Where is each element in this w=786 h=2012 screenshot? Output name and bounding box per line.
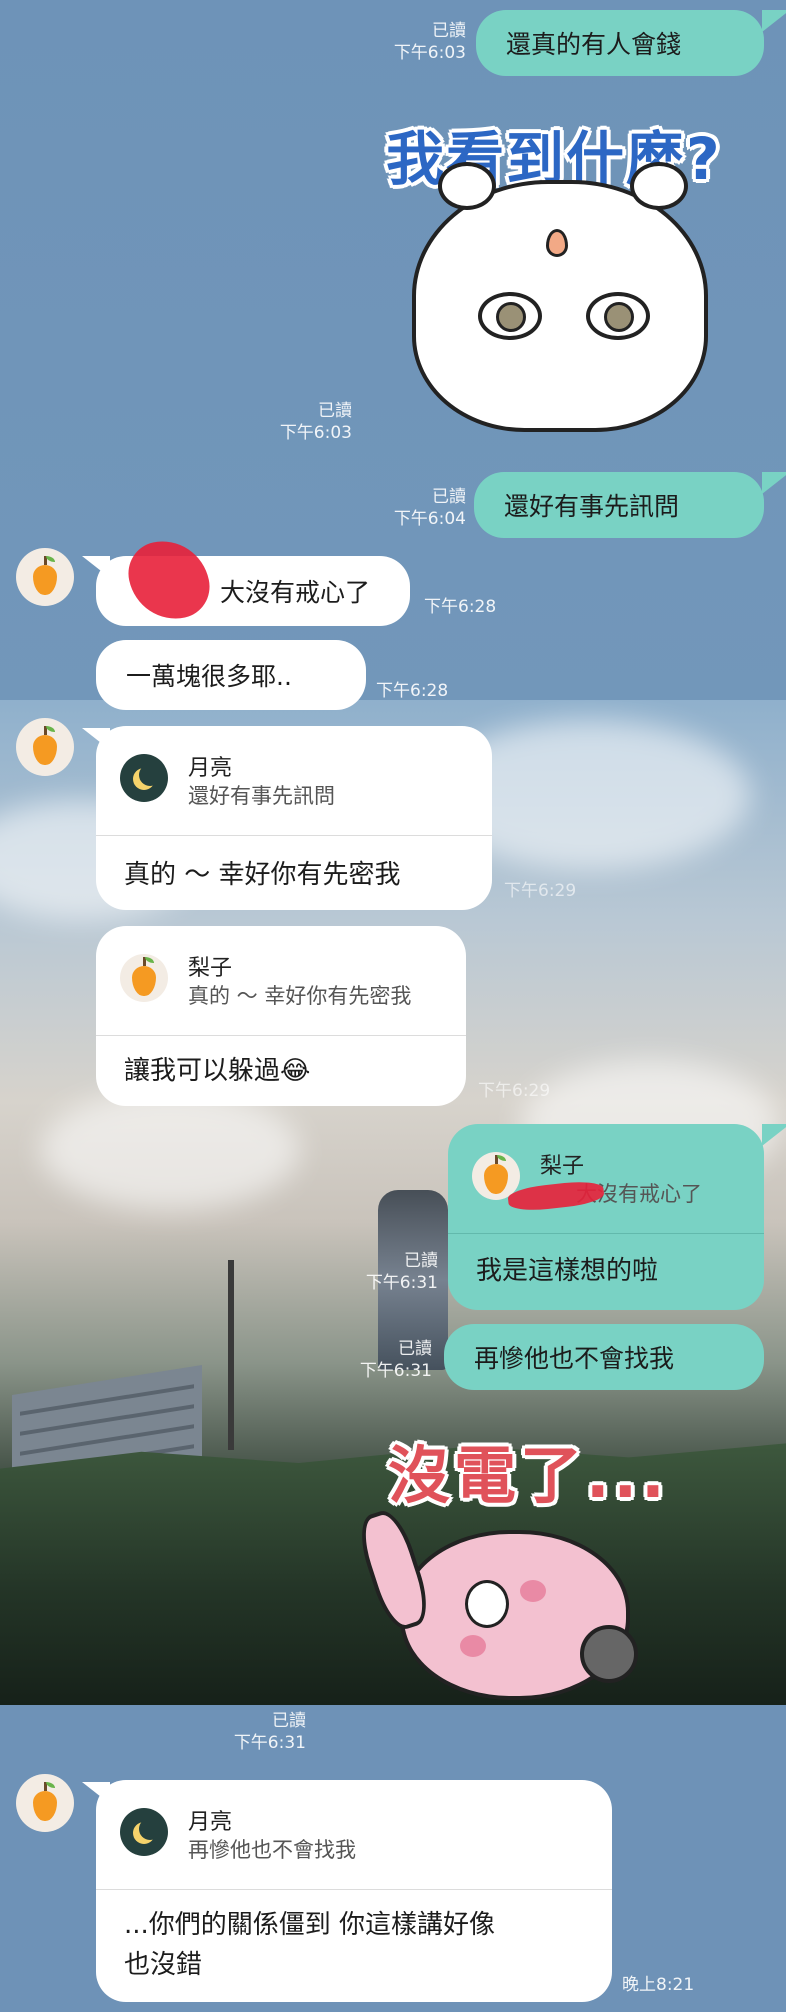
quoted-message[interactable]: 梨子 真的 ～ 幸好你有先密我 xyxy=(96,926,466,1036)
message-time: 晚上8:21 xyxy=(622,1975,695,1995)
message-meta: 已讀 下午6:03 xyxy=(226,400,352,444)
quoted-text: 再慘他也不會找我 xyxy=(188,1838,356,1862)
outgoing-message[interactable]: 還真的有人會錢 xyxy=(476,10,764,76)
read-receipt: 已讀 xyxy=(432,487,466,507)
moon-icon xyxy=(120,1808,168,1856)
message-text-line-1: ...你們的關係僵到 你這樣講好像 xyxy=(124,1910,496,1940)
bunny-sticker[interactable] xyxy=(352,1505,670,1700)
quoted-avatar xyxy=(120,954,168,1002)
pear-icon xyxy=(132,957,156,996)
message-time: 下午6:04 xyxy=(393,509,466,529)
message-text: 還好有事先訊問 xyxy=(504,492,680,521)
reply-message[interactable]: 梨子 真的 ～ 幸好你有先密我 讓我可以躲過😂 xyxy=(96,926,466,1106)
quoted-message[interactable]: 月亮 還好有事先訊問 xyxy=(96,726,492,836)
incoming-message[interactable]: 一萬塊很多耶.. xyxy=(96,640,366,710)
message-meta: 已讀 下午6:31 xyxy=(312,1250,438,1294)
read-receipt: 已讀 xyxy=(318,401,352,421)
message-text: 讓我可以躲過😂 xyxy=(124,1056,311,1086)
pear-icon xyxy=(33,726,57,765)
message-text-line-2: 也沒錯 xyxy=(124,1950,203,1980)
message-text: 我是這樣想的啦 xyxy=(476,1256,659,1286)
pear-icon xyxy=(33,1782,57,1821)
outgoing-message[interactable]: 再慘他也不會找我 xyxy=(444,1324,764,1390)
read-receipt: 已讀 xyxy=(432,21,466,41)
quoted-sender: 月亮 xyxy=(188,756,233,781)
reply-message[interactable]: 梨子 大沒有戒心了 我是這樣想的啦 xyxy=(448,1124,764,1310)
sticker-caption: 沒電了... xyxy=(388,1439,669,1512)
quoted-sender: 月亮 xyxy=(188,1810,233,1835)
message-time: 下午6:31 xyxy=(365,1273,438,1293)
message-time: 下午6:28 xyxy=(424,597,497,617)
reply-message[interactable]: 月亮 還好有事先訊問 真的 ～ 幸好你有先密我 xyxy=(96,726,492,910)
outgoing-message[interactable]: 還好有事先訊問 xyxy=(474,472,764,538)
contact-avatar[interactable] xyxy=(16,718,74,776)
read-receipt: 已讀 xyxy=(404,1251,438,1271)
message-text: 還真的有人會錢 xyxy=(506,30,682,59)
message-text: 再慘他也不會找我 xyxy=(474,1344,675,1373)
message-meta: 已讀 下午6:31 xyxy=(306,1338,432,1382)
message-meta: 已讀 下午6:31 xyxy=(180,1710,306,1754)
message-text: 大沒有戒心了 xyxy=(220,578,371,607)
moon-icon xyxy=(120,754,168,802)
contact-avatar[interactable] xyxy=(16,1774,74,1832)
message-time: 下午6:03 xyxy=(279,423,352,443)
quoted-sender: 梨子 xyxy=(540,1154,585,1179)
message-time: 下午6:29 xyxy=(504,881,577,901)
contact-avatar[interactable] xyxy=(16,548,74,606)
quoted-text: 還好有事先訊問 xyxy=(188,784,335,808)
quoted-sender: 梨子 xyxy=(188,956,233,981)
message-time: 下午6:31 xyxy=(233,1733,306,1753)
message-meta: 已讀 下午6:03 xyxy=(340,20,466,64)
pear-icon xyxy=(33,556,57,595)
reply-message[interactable]: 月亮 再慘他也不會找我 ...你們的關係僵到 你這樣講好像 也沒錯 xyxy=(96,1780,612,2002)
message-meta: 已讀 下午6:04 xyxy=(340,486,466,530)
message-time: 下午6:31 xyxy=(359,1361,432,1381)
message-time: 下午6:28 xyxy=(376,681,449,701)
quoted-text: 真的 ～ 幸好你有先密我 xyxy=(188,984,412,1008)
quoted-message[interactable]: 梨子 大沒有戒心了 xyxy=(448,1124,764,1234)
message-text: 真的 ～ 幸好你有先密我 xyxy=(124,860,401,890)
message-time: 下午6:29 xyxy=(478,1081,551,1101)
quoted-message[interactable]: 月亮 再慘他也不會找我 xyxy=(96,1780,612,1890)
read-receipt: 已讀 xyxy=(398,1339,432,1359)
read-receipt: 已讀 xyxy=(272,1711,306,1731)
message-time: 下午6:03 xyxy=(393,43,466,63)
pear-icon xyxy=(484,1155,508,1194)
hamster-sticker[interactable] xyxy=(412,162,708,432)
message-text: 一萬塊很多耶.. xyxy=(126,662,292,691)
